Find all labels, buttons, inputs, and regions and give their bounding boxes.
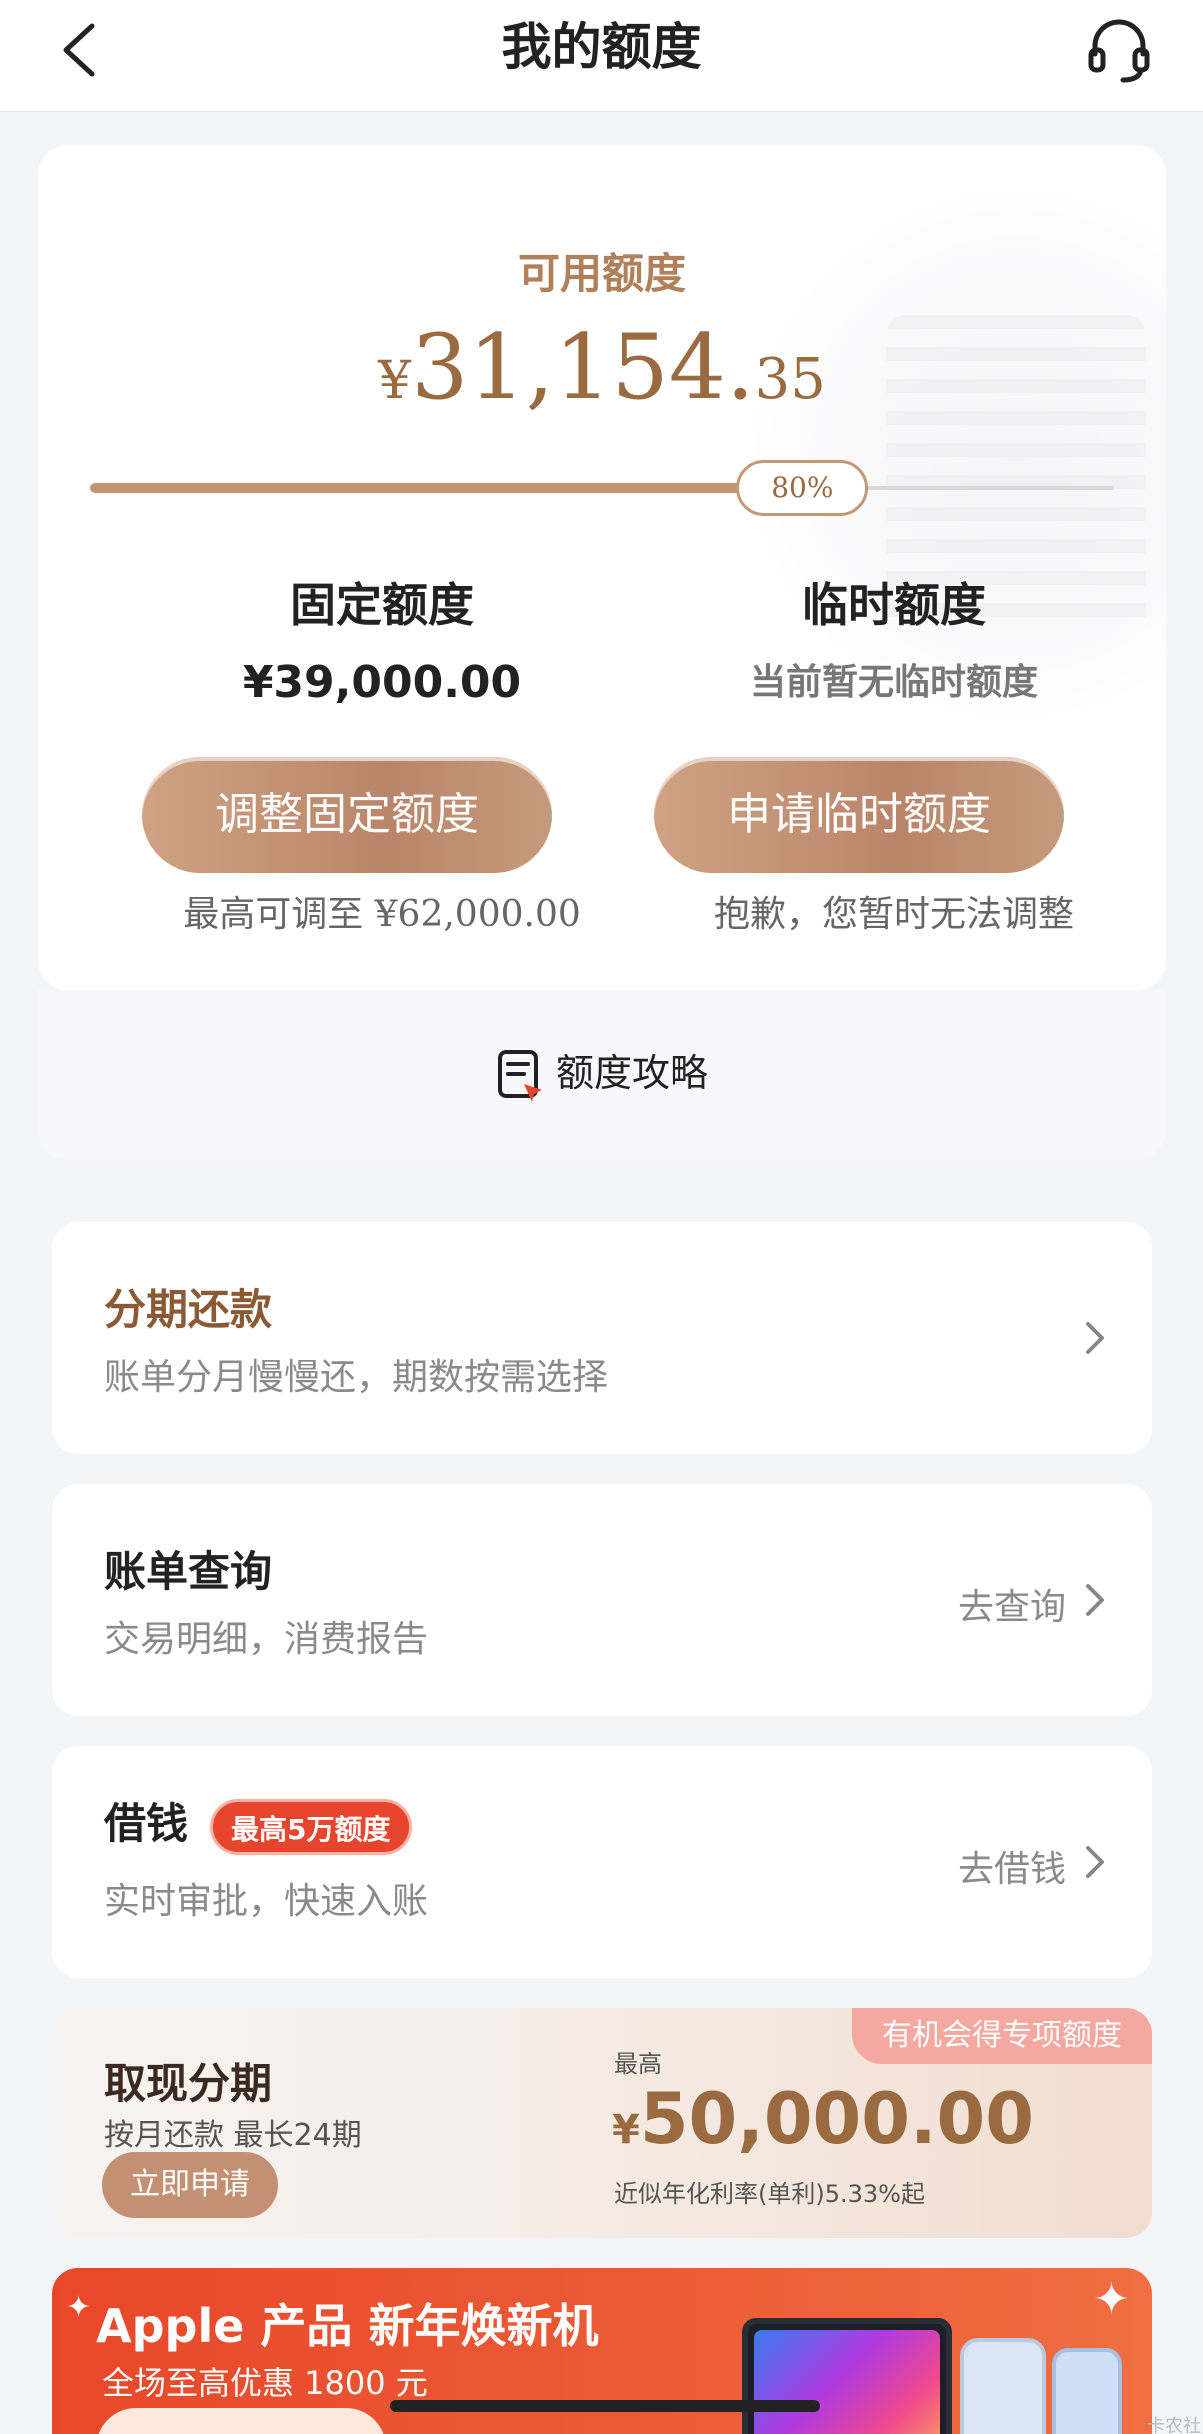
interest-rate-note: 近似年化利率(单利)5.33%起 xyxy=(614,2180,925,2208)
chevron-right-icon xyxy=(1086,1322,1104,1354)
fixed-credit-column: 固定额度 ¥39,000.00 xyxy=(132,575,632,711)
temporary-credit-value: 当前暂无临时额度 xyxy=(749,662,1038,703)
borrow-limit-badge: 最高5万额度 xyxy=(210,1798,412,1855)
document-guide-icon xyxy=(497,1049,542,1102)
watermark-text: 卡农社 xyxy=(1147,2416,1201,2434)
sparkle-icon: ✦ xyxy=(1093,2274,1130,2325)
top-nav-bar: 我的额度 xyxy=(0,0,1203,112)
installment-subtitle: 账单分月慢慢还，期数按需选择 xyxy=(104,1357,609,1398)
max-amount-currency: ¥ xyxy=(612,2107,640,2153)
credit-strategy-link[interactable]: 额度攻略 xyxy=(38,1042,1166,1104)
credit-usage-percent: 80% xyxy=(736,460,869,516)
available-amount-integer: 31,154. xyxy=(411,315,755,420)
cash-installment-banner[interactable]: 有机会得专项额度 取现分期 按月还款 最长24期 立即申请 最高 ¥50,000… xyxy=(52,2008,1152,2238)
available-amount-decimal: 35 xyxy=(754,347,826,412)
currency-symbol: ¥ xyxy=(378,351,412,411)
bill-query-title: 账单查询 xyxy=(104,1547,273,1596)
bill-query-action[interactable]: 去查询 xyxy=(958,1578,1066,1630)
chevron-right-icon xyxy=(1086,1584,1104,1616)
adjust-fixed-credit-button[interactable]: 调整固定额度 xyxy=(142,757,552,873)
credit-strategy-section: 额度攻略 xyxy=(38,990,1166,1160)
apple-banner-title: Apple 产品 新年焕新机 xyxy=(96,2299,599,2353)
temporary-credit-column: 临时额度 当前暂无临时额度 xyxy=(644,575,1144,711)
phone-product-image xyxy=(960,2338,1046,2434)
borrow-money-card[interactable]: 借钱 最高5万额度 实时审批，快速入账 去借钱 xyxy=(52,1746,1152,1978)
temporary-credit-note: 抱歉，您暂时无法调整 xyxy=(713,894,1074,935)
fixed-credit-note: 最高可调至 ¥62,000.00 xyxy=(183,894,581,935)
chevron-right-icon xyxy=(1086,1846,1104,1878)
bill-query-card[interactable]: 账单查询 交易明细，消费报告 去查询 xyxy=(52,1484,1152,1716)
home-indicator xyxy=(390,2400,820,2412)
phone-product-image xyxy=(1052,2348,1122,2434)
bill-query-subtitle: 交易明细，消费报告 xyxy=(104,1619,429,1660)
special-quota-tag: 有机会得专项额度 xyxy=(852,2008,1152,2064)
apple-banner-cta-button[interactable] xyxy=(96,2408,386,2434)
apply-now-button[interactable]: 立即申请 xyxy=(102,2152,278,2218)
max-amount-label: 最高 xyxy=(614,2050,662,2078)
fixed-credit-value: ¥39,000.00 xyxy=(242,657,522,708)
apple-banner-subtitle: 全场至高优惠 1800 元 xyxy=(102,2364,428,2402)
available-credit-amount: ¥31,154.35 xyxy=(38,315,1166,420)
cash-installment-title: 取现分期 xyxy=(104,2059,273,2108)
installment-title: 分期还款 xyxy=(104,1285,273,1334)
tablet-product-image xyxy=(742,2318,952,2434)
available-credit-label: 可用额度 xyxy=(517,249,686,298)
installment-repayment-card[interactable]: 分期还款 账单分月慢慢还，期数按需选择 xyxy=(52,1222,1152,1454)
customer-service-headset-icon[interactable] xyxy=(1083,14,1155,86)
max-amount-value: 50,000.00 xyxy=(639,2078,1034,2160)
borrow-action[interactable]: 去借钱 xyxy=(958,1840,1066,1892)
credit-usage-fill xyxy=(90,483,787,493)
credit-strategy-label: 额度攻略 xyxy=(555,1051,708,1095)
credit-overview-card: 可用额度 ¥31,154.35 80% 固定额度 ¥39,000.00 临时额度… xyxy=(38,145,1166,990)
fixed-credit-title: 固定额度 xyxy=(290,578,474,632)
cash-installment-subtitle: 按月还款 最长24期 xyxy=(104,2118,362,2153)
apply-temporary-credit-button[interactable]: 申请临时额度 xyxy=(654,757,1064,873)
page-title: 我的额度 xyxy=(501,18,702,76)
max-amount: ¥50,000.00 xyxy=(612,2078,1034,2160)
sparkle-icon: ✦ xyxy=(66,2290,92,2325)
temporary-credit-title: 临时额度 xyxy=(802,578,986,632)
borrow-title-row: 借钱 最高5万额度 xyxy=(104,1790,412,1855)
borrow-title: 借钱 xyxy=(104,1799,189,1848)
borrow-subtitle: 实时审批，快速入账 xyxy=(104,1881,429,1922)
